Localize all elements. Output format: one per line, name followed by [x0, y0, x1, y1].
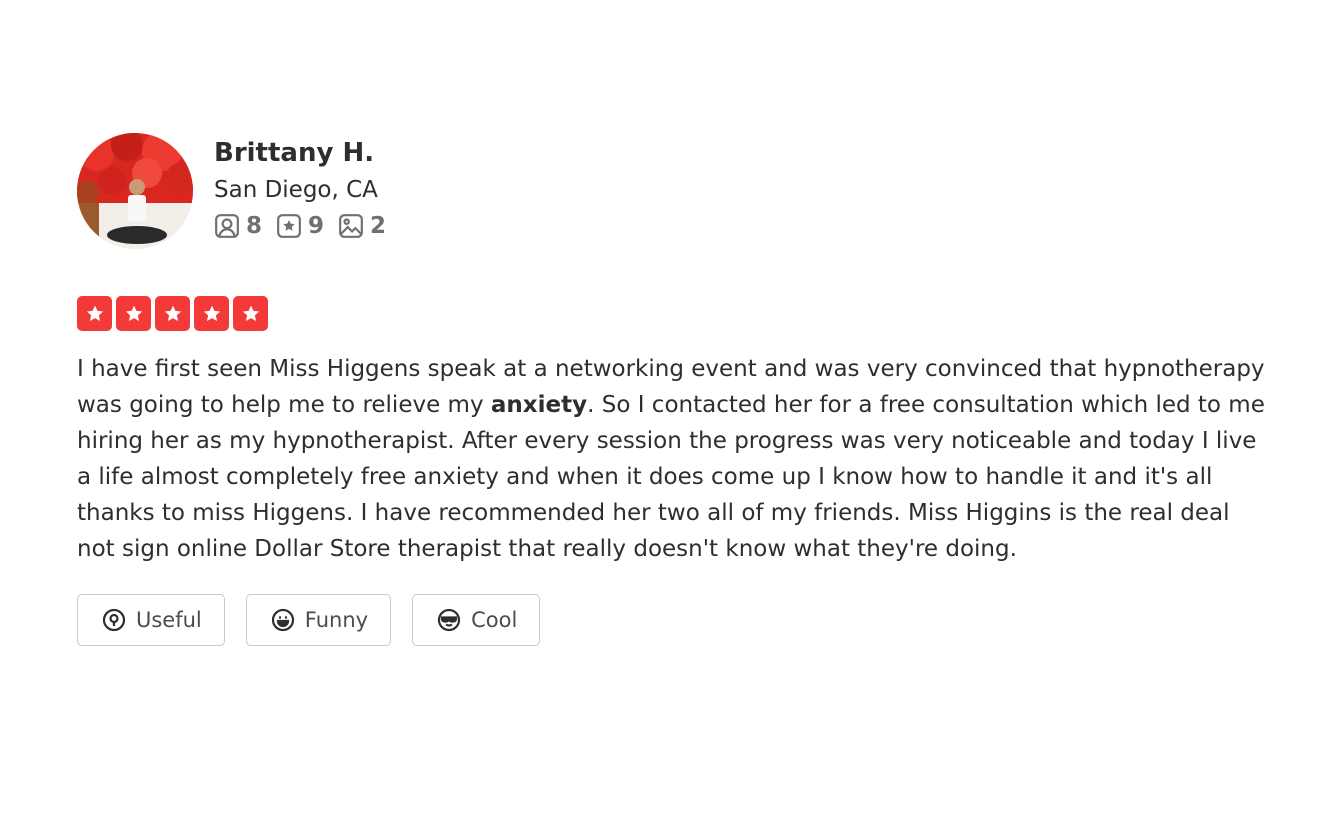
photo-icon: [339, 214, 363, 238]
user-location: San Diego, CA: [214, 177, 378, 203]
review-card: Brittany H. San Diego, CA 8 9 2 I have f…: [77, 133, 1267, 646]
friends-stat: 8: [214, 213, 262, 239]
star-icon: [116, 296, 151, 331]
useful-label: Useful: [136, 608, 202, 632]
review-star-icon: [277, 214, 301, 238]
photos-stat: 2: [338, 213, 386, 239]
user-stats: 8 9 2: [214, 213, 400, 239]
useful-button[interactable]: Useful: [77, 594, 225, 646]
cool-icon: [437, 608, 461, 632]
useful-icon: [102, 608, 126, 632]
friends-count: 8: [246, 213, 263, 239]
user-name[interactable]: Brittany H.: [214, 137, 400, 169]
photos-count: 2: [370, 213, 387, 239]
star-icon: [155, 296, 190, 331]
star-icon: [194, 296, 229, 331]
funny-icon: [271, 608, 294, 632]
user-passport: Brittany H. San Diego, CA 8 9 2: [77, 133, 1267, 249]
star-icon: [77, 296, 112, 331]
review-text: I have first seen Miss Higgens speak at …: [77, 351, 1267, 567]
star-rating: [77, 296, 1267, 331]
user-info: Brittany H. San Diego, CA 8 9 2: [214, 133, 400, 239]
friends-icon: [215, 214, 239, 238]
avatar[interactable]: [77, 133, 193, 249]
review-actions: Useful Funny Cool: [77, 594, 1267, 646]
funny-label: Funny: [304, 608, 369, 632]
reviews-count: 9: [308, 213, 325, 239]
review-highlight: anxiety: [490, 392, 588, 418]
star-icon: [233, 296, 268, 331]
reviews-stat: 9: [276, 213, 324, 239]
cool-button[interactable]: Cool: [412, 594, 541, 646]
cool-label: Cool: [471, 608, 518, 632]
funny-button[interactable]: Funny: [245, 594, 392, 646]
